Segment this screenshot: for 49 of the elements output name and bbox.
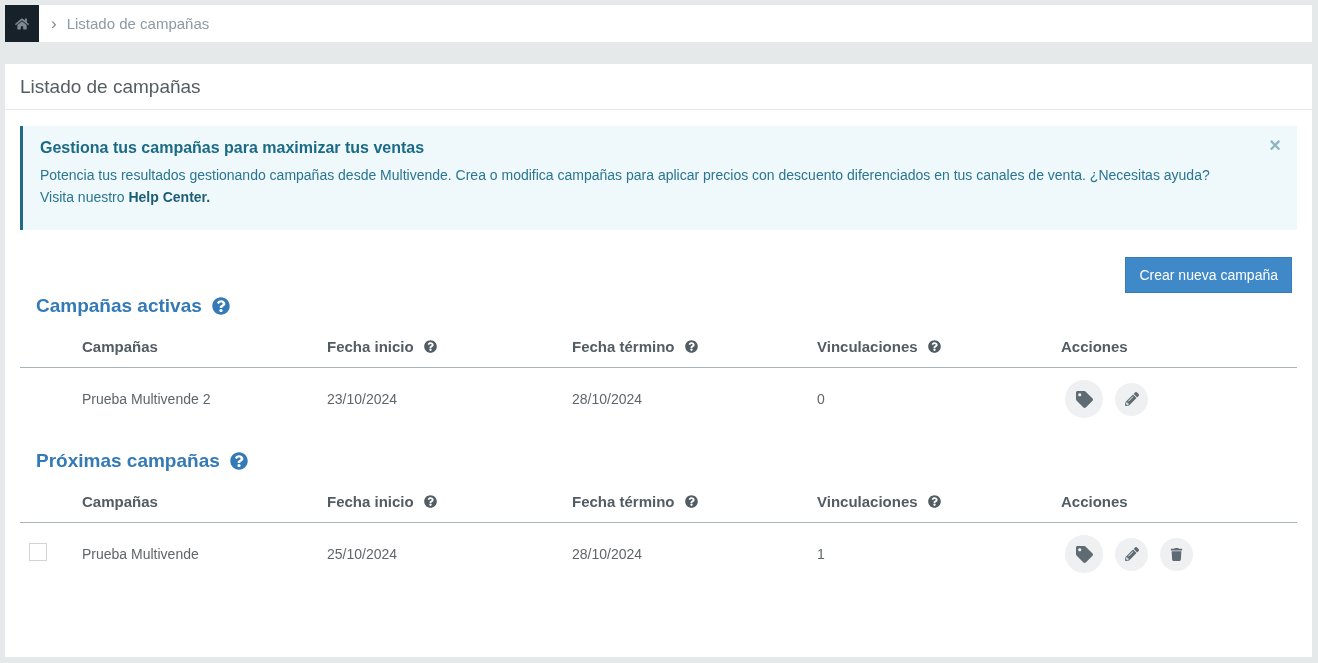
breadcrumb-item[interactable]: Listado de campañas <box>66 15 210 32</box>
table-cell-text: 28/10/2024 <box>572 391 644 407</box>
column-header: Vinculaciones <box>817 492 918 510</box>
table-cell-text: 28/10/2024 <box>572 546 644 562</box>
page-title: Listado de campañas <box>20 75 201 98</box>
help-icon[interactable] <box>423 339 437 353</box>
pencil-icon <box>1124 547 1139 561</box>
help-center-link[interactable]: Help Center. <box>128 189 211 205</box>
table-cell-text: Prueba Multivende 2 <box>82 391 212 407</box>
column-header: Campañas <box>82 492 158 510</box>
column-header: Campañas <box>82 337 158 355</box>
help-icon[interactable] <box>927 339 941 353</box>
table-cell-text: 23/10/2024 <box>327 391 399 407</box>
create-campaign-button[interactable]: Crear nueva campaña <box>1125 257 1292 293</box>
home-button[interactable] <box>5 5 39 42</box>
tag-icon <box>1075 545 1093 563</box>
row-checkbox[interactable] <box>29 543 47 561</box>
section-title: Próximas campañas <box>36 450 220 472</box>
trash-icon <box>1170 547 1183 561</box>
column-header: Fecha término <box>572 492 675 510</box>
help-icon[interactable] <box>211 297 230 315</box>
pencil-icon <box>1124 392 1139 406</box>
breadcrumb-separator: › <box>51 13 57 34</box>
column-header: Fecha inicio <box>327 337 414 355</box>
tag-button[interactable] <box>1065 535 1103 573</box>
table-cell-text: 1 <box>817 546 826 562</box>
help-icon[interactable] <box>229 452 248 470</box>
help-icon[interactable] <box>684 339 698 353</box>
column-header: Fecha término <box>572 337 675 355</box>
column-header: Acciones <box>1061 492 1128 510</box>
edit-button[interactable] <box>1115 382 1148 416</box>
tag-button[interactable] <box>1065 380 1103 418</box>
delete-button[interactable] <box>1160 537 1193 571</box>
help-icon[interactable] <box>423 494 437 508</box>
column-header: Acciones <box>1061 337 1128 355</box>
table-cell-text: 25/10/2024 <box>327 546 399 562</box>
table-cell-text: 0 <box>817 391 826 407</box>
home-icon <box>15 16 29 31</box>
alert-title: Gestiona tus campañas para maximizar tus ventas <box>40 139 426 157</box>
table-cell-text: Prueba Multivende <box>82 546 200 562</box>
column-header: Fecha inicio <box>327 492 414 510</box>
edit-button[interactable] <box>1115 537 1148 571</box>
column-header: Vinculaciones <box>817 337 918 355</box>
section-title: Campañas activas <box>36 295 202 317</box>
alert-text: Potencia tus resultados gestionando campañas desde Multivende. Crea o modifica campañas para aplicar precios con descuento diferenciados en tus canales de venta. ¿Necesitas ayuda? Visita nuestro Help Center. <box>40 166 1211 207</box>
help-icon[interactable] <box>684 494 698 508</box>
close-button[interactable]: × <box>1269 134 1281 157</box>
help-icon[interactable] <box>927 494 941 508</box>
tag-icon <box>1075 390 1093 408</box>
